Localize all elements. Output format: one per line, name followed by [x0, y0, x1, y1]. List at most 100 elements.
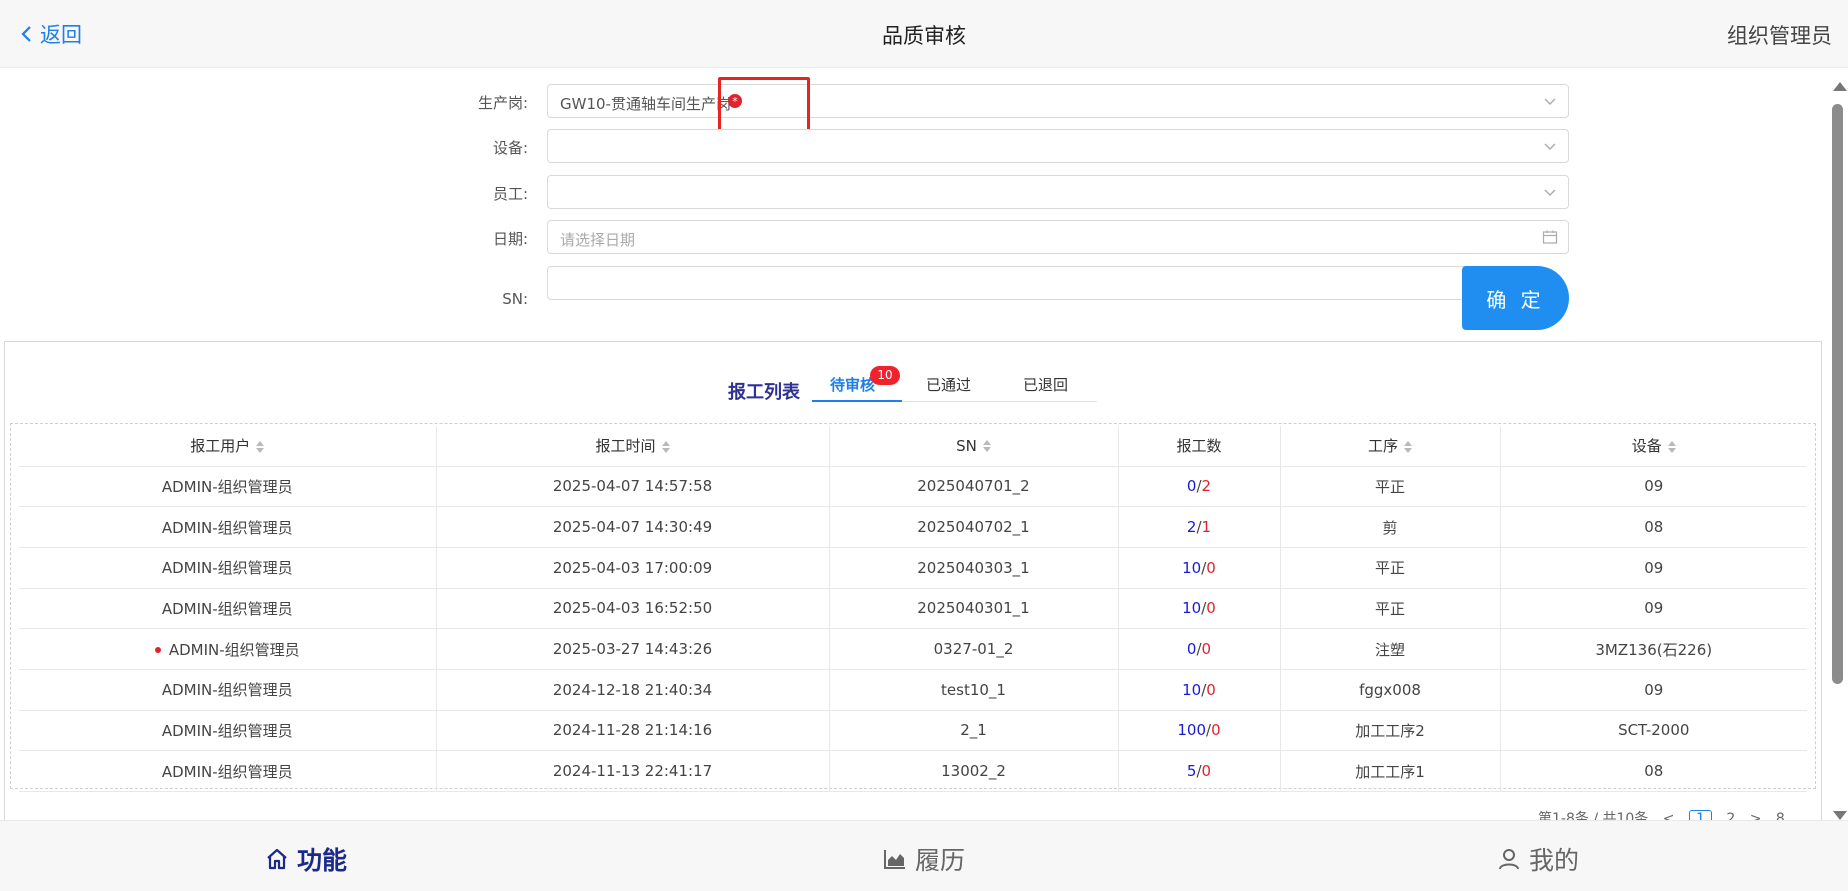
- table-row[interactable]: ADMIN-组织管理员 2025-04-07 14:30:49 2025040702…: [19, 506, 1807, 548]
- column-header-sn[interactable]: SN: [829, 426, 1119, 467]
- page-title: 品质审核: [882, 24, 966, 48]
- ng-count: 2: [1201, 477, 1212, 496]
- report-table-wrapper: 报工用户 报工时间 SN 报工数 工序 设备 ADMIN-组织管理员 2025-0…: [10, 423, 1816, 792]
- sort-icon[interactable]: [256, 440, 265, 453]
- table-row[interactable]: ADMIN-组织管理员 2024-11-28 21:14:16 2_1 100/0 加工…: [19, 710, 1807, 752]
- sort-icon[interactable]: [661, 440, 670, 453]
- time-value: 2025-04-03 16:52:50: [552, 599, 713, 618]
- sn-label: SN:: [502, 290, 528, 308]
- sn-value: 2025040301_1: [917, 599, 1030, 618]
- cell-process: 剪: [1280, 506, 1501, 548]
- user-value: ADMIN-组织管理员: [161, 477, 293, 496]
- table-row[interactable]: ADMIN-组织管理员 2025-04-07 14:57:58 2025040701…: [19, 466, 1807, 508]
- pending-count-badge: 10: [870, 366, 900, 385]
- scroll-thumb[interactable]: [1832, 104, 1843, 684]
- report-table: 报工用户 报工时间 SN 报工数 工序 设备 ADMIN-组织管理员 2025-0…: [19, 426, 1807, 792]
- table-row[interactable]: ADMIN-组织管理员 2024-11-13 22:41:17 13002_2 5/0…: [19, 750, 1807, 792]
- ng-count: 0: [1206, 558, 1216, 577]
- sort-icon[interactable]: [982, 440, 991, 453]
- cell-device: SCT-2000: [1500, 710, 1807, 752]
- table-row[interactable]: ADMIN-组织管理员 2025-04-03 17:00:09 2025040303…: [19, 547, 1807, 589]
- tab-returned[interactable]: 已退回: [1023, 374, 1068, 395]
- process-value: 加工工序2: [1355, 721, 1425, 740]
- station-select[interactable]: GW10-贯通轴车间生产岗: [547, 84, 1569, 118]
- station-label: 生产岗:: [477, 94, 528, 112]
- cell-sn: 2_1: [829, 710, 1119, 752]
- sn-value: test10_1: [941, 680, 1006, 699]
- current-user[interactable]: 组织管理员: [1727, 20, 1832, 50]
- cell-count: 10/0: [1118, 669, 1281, 711]
- time-value: 2024-11-28 21:14:16: [552, 721, 713, 740]
- date-label: 日期:: [492, 230, 528, 248]
- sn-value: 2_1: [960, 721, 987, 740]
- sort-icon[interactable]: [1404, 440, 1412, 453]
- status-tabs: 待审核 已通过 已退回: [812, 369, 1097, 402]
- column-header-time[interactable]: 报工时间: [436, 426, 830, 467]
- table-row[interactable]: ADMIN-组织管理员 2025-03-27 14:43:26 0327-01_2 0…: [19, 628, 1807, 670]
- cell-process: fggx008: [1280, 669, 1501, 711]
- tab-pending[interactable]: 待审核: [830, 374, 875, 395]
- user-value: ADMIN-组织管理员: [161, 599, 293, 618]
- column-header-process[interactable]: 工序: [1280, 426, 1501, 467]
- device-row: 设备:: [0, 129, 1828, 163]
- cell-device: 09: [1500, 669, 1807, 711]
- column-header-device[interactable]: 设备: [1500, 426, 1807, 467]
- device-value: 08: [1644, 762, 1664, 781]
- device-select[interactable]: [547, 129, 1569, 163]
- cell-user: ADMIN-组织管理员: [19, 628, 437, 670]
- employee-label: 员工:: [492, 185, 528, 203]
- device-value: SCT-2000: [1618, 721, 1690, 740]
- tab-approved[interactable]: 已通过: [926, 374, 971, 395]
- cell-time: 2024-11-13 22:41:17: [436, 750, 830, 792]
- table-row[interactable]: ADMIN-组织管理员 2025-04-03 16:52:50 2025040301…: [19, 588, 1807, 630]
- nav-functions[interactable]: 功能: [265, 841, 347, 877]
- cell-device: 09: [1500, 588, 1807, 630]
- cell-process: 注塑: [1280, 628, 1501, 670]
- user-value: ADMIN-组织管理员: [161, 518, 293, 537]
- cell-user: ADMIN-组织管理员: [19, 710, 437, 752]
- table-row[interactable]: ADMIN-组织管理员 2024-12-18 21:40:34 test10_1 10…: [19, 669, 1807, 711]
- vertical-scrollbar[interactable]: [1828, 78, 1848, 820]
- cell-count: 5/0: [1118, 750, 1281, 792]
- sn-input[interactable]: [547, 266, 1467, 300]
- top-bar: 返回 品质审核 组织管理员: [0, 0, 1848, 68]
- cell-process: 平正: [1280, 588, 1501, 630]
- cell-user: ADMIN-组织管理员: [19, 750, 437, 792]
- process-value: 平正: [1374, 559, 1405, 578]
- nav-mine[interactable]: 我的: [1497, 841, 1579, 877]
- date-picker[interactable]: 请选择日期: [547, 220, 1569, 254]
- cell-user: ADMIN-组织管理员: [19, 506, 437, 548]
- scroll-down-arrow-icon[interactable]: [1833, 811, 1847, 820]
- sn-value: 2025040303_1: [917, 558, 1030, 577]
- sn-value: 2025040702_1: [917, 518, 1030, 537]
- nav-mine-label: 我的: [1529, 846, 1580, 875]
- cell-device: 3MZ136(石226): [1500, 628, 1807, 670]
- time-value: 2025-04-07 14:30:49: [552, 518, 713, 537]
- chevron-down-icon: [1544, 143, 1556, 150]
- sort-icon[interactable]: [1667, 440, 1676, 453]
- sn-value: 2025040701_2: [917, 477, 1030, 496]
- home-icon: [267, 848, 287, 870]
- device-value: 08: [1644, 518, 1664, 537]
- process-value: 平正: [1374, 599, 1405, 618]
- station-value: GW10-贯通轴车间生产岗: [560, 95, 731, 113]
- user-value: ADMIN-组织管理员: [161, 559, 293, 578]
- confirm-button[interactable]: 确 定: [1462, 266, 1569, 330]
- cell-time: 2025-04-07 14:57:58: [436, 466, 830, 508]
- cell-device: 08: [1500, 506, 1807, 548]
- scroll-up-arrow-icon[interactable]: [1833, 82, 1847, 91]
- ng-count: 0: [1201, 762, 1212, 781]
- process-value: 平正: [1374, 477, 1405, 496]
- column-header-user[interactable]: 报工用户: [19, 426, 437, 467]
- cell-sn: 2025040301_1: [829, 588, 1119, 630]
- employee-select[interactable]: [547, 175, 1569, 209]
- nav-history[interactable]: 履历: [883, 841, 965, 877]
- device-value: 09: [1644, 477, 1664, 496]
- process-value: 剪: [1382, 518, 1398, 537]
- employee-row: 员工:: [0, 175, 1828, 209]
- time-value: 2024-12-18 21:40:34: [552, 680, 713, 699]
- cell-process: 加工工序1: [1280, 750, 1501, 792]
- cell-user: ADMIN-组织管理员: [19, 588, 437, 630]
- table-header-row: 报工用户 报工时间 SN 报工数 工序 设备: [19, 426, 1807, 467]
- cell-sn: 2025040303_1: [829, 547, 1119, 589]
